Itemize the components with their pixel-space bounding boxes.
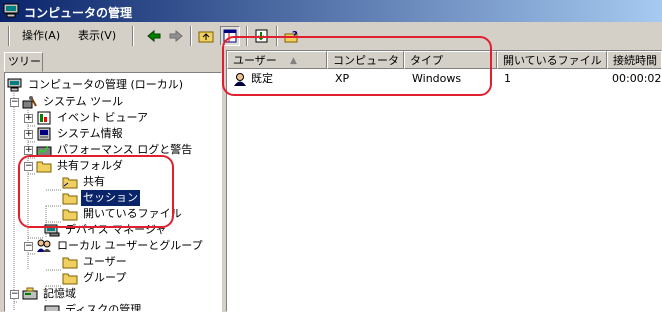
menu-view[interactable]: 表示(V) — [72, 26, 122, 46]
tree-item-label: イベント ビューア — [57, 111, 149, 124]
window-title: コンピュータの管理 — [24, 6, 133, 20]
tools-icon — [22, 96, 37, 109]
toolbar-separator — [190, 26, 192, 46]
tree-item-label: ディスクの管理 — [65, 303, 142, 312]
tree-item-label: システム ツール — [43, 95, 124, 108]
collapse-icon[interactable]: − — [24, 241, 33, 251]
disk-icon — [44, 305, 60, 311]
column-header-connected-time[interactable]: 接続時間 — [607, 51, 661, 69]
cell-connected-time: 00:00:02 — [612, 72, 662, 85]
computer-icon — [3, 3, 19, 18]
system-info-icon — [37, 127, 51, 141]
up-folder-button[interactable] — [196, 26, 216, 46]
back-icon — [147, 29, 161, 43]
tree-tab[interactable]: ツリー — [4, 52, 43, 72]
tree-item-event-viewer[interactable]: + イベント ビューア — [24, 110, 150, 126]
tree-item-disk-management[interactable]: ディスクの管理 — [44, 302, 143, 312]
tree-item-computer-management[interactable]: コンピュータの管理 (ローカル) — [7, 77, 185, 93]
column-header-open-files[interactable]: 開いているファイル — [497, 51, 607, 69]
tree-item-label: グループ — [83, 271, 127, 284]
tree-item-groups[interactable]: グループ — [62, 270, 128, 286]
forward-icon — [169, 29, 183, 43]
toolbar-grip[interactable] — [8, 26, 10, 46]
collapse-icon[interactable]: − — [10, 97, 19, 107]
expand-icon[interactable]: + — [24, 113, 33, 123]
title-bar: コンピュータの管理 — [0, 0, 662, 22]
cell-open-files: 1 — [504, 72, 511, 85]
expand-icon[interactable]: + — [24, 145, 33, 155]
toolbar-separator — [132, 26, 134, 46]
highlight-annotation-list — [222, 36, 492, 96]
tree-item-label: コンピュータの管理 (ローカル) — [28, 78, 184, 91]
event-viewer-icon — [37, 111, 51, 125]
menu-action[interactable]: 操作(A) — [16, 26, 66, 46]
tree-item-label: システム情報 — [57, 127, 123, 140]
forward-button[interactable] — [166, 26, 186, 46]
tree-item-label: 記憶域 — [43, 287, 76, 300]
storage-icon — [22, 287, 38, 300]
tree-item-storage[interactable]: − 記憶域 — [10, 286, 78, 302]
up-folder-icon — [198, 31, 214, 43]
expand-icon[interactable]: + — [24, 129, 33, 139]
tree-item-label: ローカル ユーザーとグループ — [57, 239, 203, 252]
collapse-icon[interactable]: − — [10, 289, 19, 299]
back-button[interactable] — [144, 26, 164, 46]
highlight-annotation-tree — [18, 155, 174, 228]
tree-item-label: ユーザー — [83, 255, 127, 268]
tree-item-local-users-groups[interactable]: − ローカル ユーザーとグループ — [24, 238, 205, 254]
tree-item-users[interactable]: ユーザー — [62, 254, 129, 270]
folder-icon — [62, 257, 78, 269]
folder-icon — [62, 273, 78, 285]
tree-item-system-tools[interactable]: − システム ツール — [10, 94, 125, 110]
tree-item-system-info[interactable]: + システム情報 — [24, 126, 125, 142]
computer-icon — [7, 78, 22, 92]
users-groups-icon — [37, 239, 51, 252]
